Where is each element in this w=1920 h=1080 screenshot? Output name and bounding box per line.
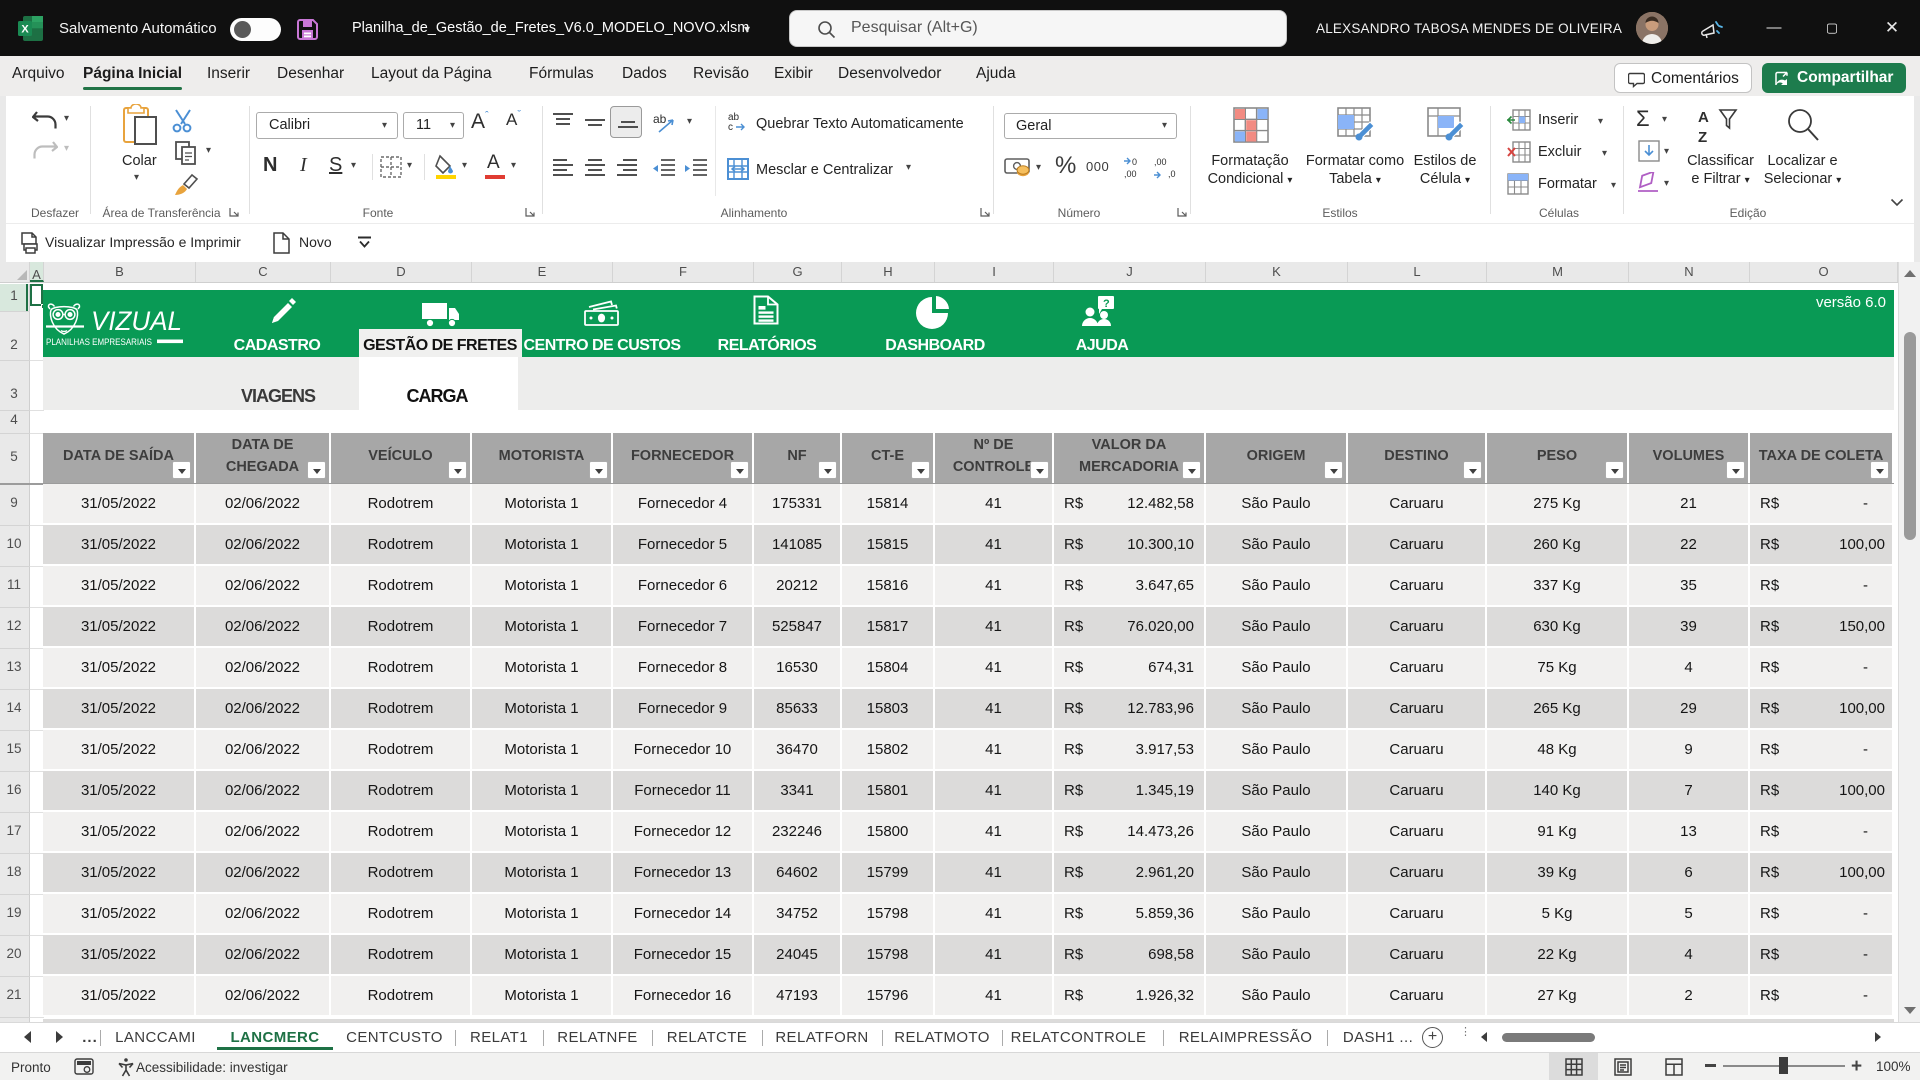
svg-text:,00: ,00 [1154,157,1167,167]
svg-text:X: X [21,24,29,36]
svg-text:,00: ,00 [1124,169,1137,179]
svg-text:Z: Z [1698,129,1707,146]
svg-text:?: ? [1103,298,1110,310]
svg-text:PLANILHAS EMPRESARIAIS: PLANILHAS EMPRESARIAIS [46,337,152,347]
svg-text:c: c [728,122,733,133]
svg-text:0: 0 [1132,157,1137,167]
svg-text:,0: ,0 [1168,169,1176,179]
svg-text:A: A [1698,109,1709,126]
svg-text:ab: ab [653,112,667,126]
svg-text:VIZUAL: VIZUAL [91,306,182,336]
